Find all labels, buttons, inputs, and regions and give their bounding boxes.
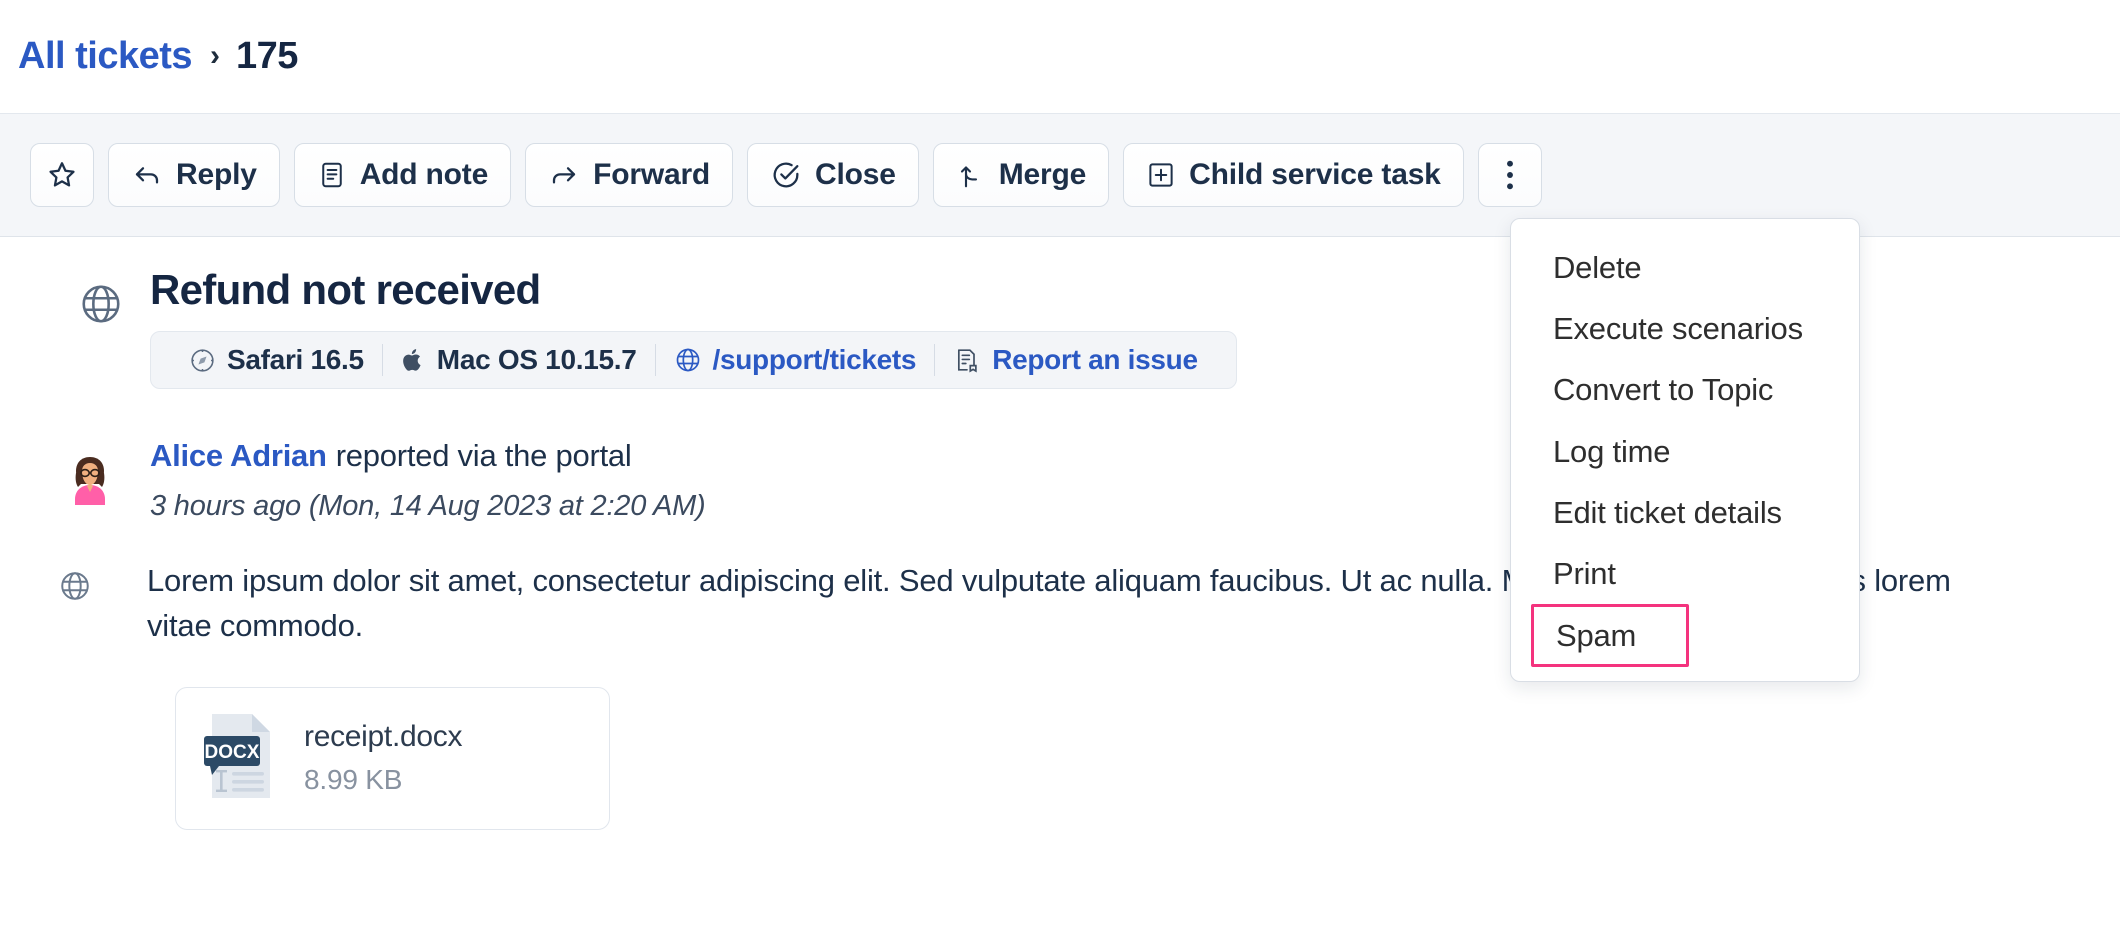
favorite-button[interactable] <box>30 143 94 207</box>
note-icon <box>317 160 347 190</box>
meta-report-issue-label: Report an issue <box>992 344 1198 376</box>
breadcrumb-current-ticket-id: 175 <box>236 35 298 77</box>
safari-icon <box>189 347 216 374</box>
add-note-button[interactable]: Add note <box>293 143 512 207</box>
attachment-item[interactable]: DOCX receipt.docx 8.99 KB <box>175 686 610 830</box>
dropdown-item-edit-ticket-details[interactable]: Edit ticket details <box>1511 482 1859 543</box>
plus-square-icon <box>1146 160 1176 190</box>
merge-button-label: Merge <box>998 158 1087 191</box>
more-actions-button[interactable] <box>1477 143 1542 207</box>
avatar <box>58 447 122 511</box>
message-timestamp: 3 hours ago (Mon, 14 Aug 2023 at 2:20 AM… <box>150 489 706 522</box>
docx-file-icon: DOCX <box>202 710 280 807</box>
ticket-title: Refund not received <box>150 266 541 313</box>
breadcrumb: All tickets › 175 <box>0 0 2120 114</box>
meta-browser-label: Safari 16.5 <box>227 344 364 376</box>
kebab-menu-icon <box>1505 158 1515 192</box>
globe-channel-icon <box>78 281 124 332</box>
apple-icon <box>401 346 426 374</box>
attachment-file-name: receipt.docx <box>304 720 463 754</box>
forward-button[interactable]: Forward <box>525 143 734 207</box>
meta-os: Mac OS 10.15.7 <box>383 344 655 376</box>
reply-arrow-icon <box>131 159 163 191</box>
svg-text:DOCX: DOCX <box>205 742 260 763</box>
meta-page-url-label: /support/tickets <box>712 344 917 376</box>
dropdown-item-convert-to-topic[interactable]: Convert to Topic <box>1511 359 1859 420</box>
dropdown-item-log-time[interactable]: Log time <box>1511 421 1859 482</box>
forward-arrow-icon <box>548 159 580 191</box>
dropdown-item-execute-scenarios[interactable]: Execute scenarios <box>1511 298 1859 359</box>
child-service-task-button[interactable]: Child service task <box>1123 143 1464 207</box>
ticket-meta-chip: Safari 16.5 Mac OS 10.15.7 /support/tick… <box>150 331 1237 390</box>
author-line: Alice Adrian reported via the portal <box>150 437 706 476</box>
meta-os-label: Mac OS 10.15.7 <box>436 344 637 376</box>
meta-report-issue[interactable]: Report an issue <box>935 344 1216 376</box>
form-icon <box>953 346 981 374</box>
dropdown-item-delete[interactable]: Delete <box>1511 237 1859 298</box>
globe-icon <box>674 346 702 374</box>
add-note-button-label: Add note <box>359 158 489 191</box>
meta-browser: Safari 16.5 <box>171 344 382 376</box>
close-button-label: Close <box>815 158 896 191</box>
author-name-link[interactable]: Alice Adrian <box>150 438 327 473</box>
attachment-file-size: 8.99 KB <box>304 764 403 796</box>
merge-icon <box>956 159 986 191</box>
breadcrumb-separator-icon: › <box>210 38 221 72</box>
dropdown-item-spam[interactable]: Spam <box>1531 604 1689 668</box>
reply-button[interactable]: Reply <box>108 143 280 207</box>
more-actions-dropdown-menu: Delete Execute scenarios Convert to Topic L… <box>1510 218 1860 683</box>
check-circle-icon <box>770 159 802 191</box>
meta-page-url[interactable]: /support/tickets <box>656 344 935 376</box>
star-icon <box>46 159 78 191</box>
author-action-text: reported via the portal <box>335 438 632 474</box>
merge-button[interactable]: Merge <box>932 143 1110 207</box>
child-service-task-button-label: Child service task <box>1189 158 1441 191</box>
forward-button-label: Forward <box>593 158 711 191</box>
close-button[interactable]: Close <box>747 143 919 207</box>
globe-source-icon <box>58 569 92 608</box>
dropdown-item-print[interactable]: Print <box>1511 543 1859 604</box>
reply-button-label: Reply <box>176 158 257 191</box>
breadcrumb-all-tickets-link[interactable]: All tickets <box>18 35 193 78</box>
